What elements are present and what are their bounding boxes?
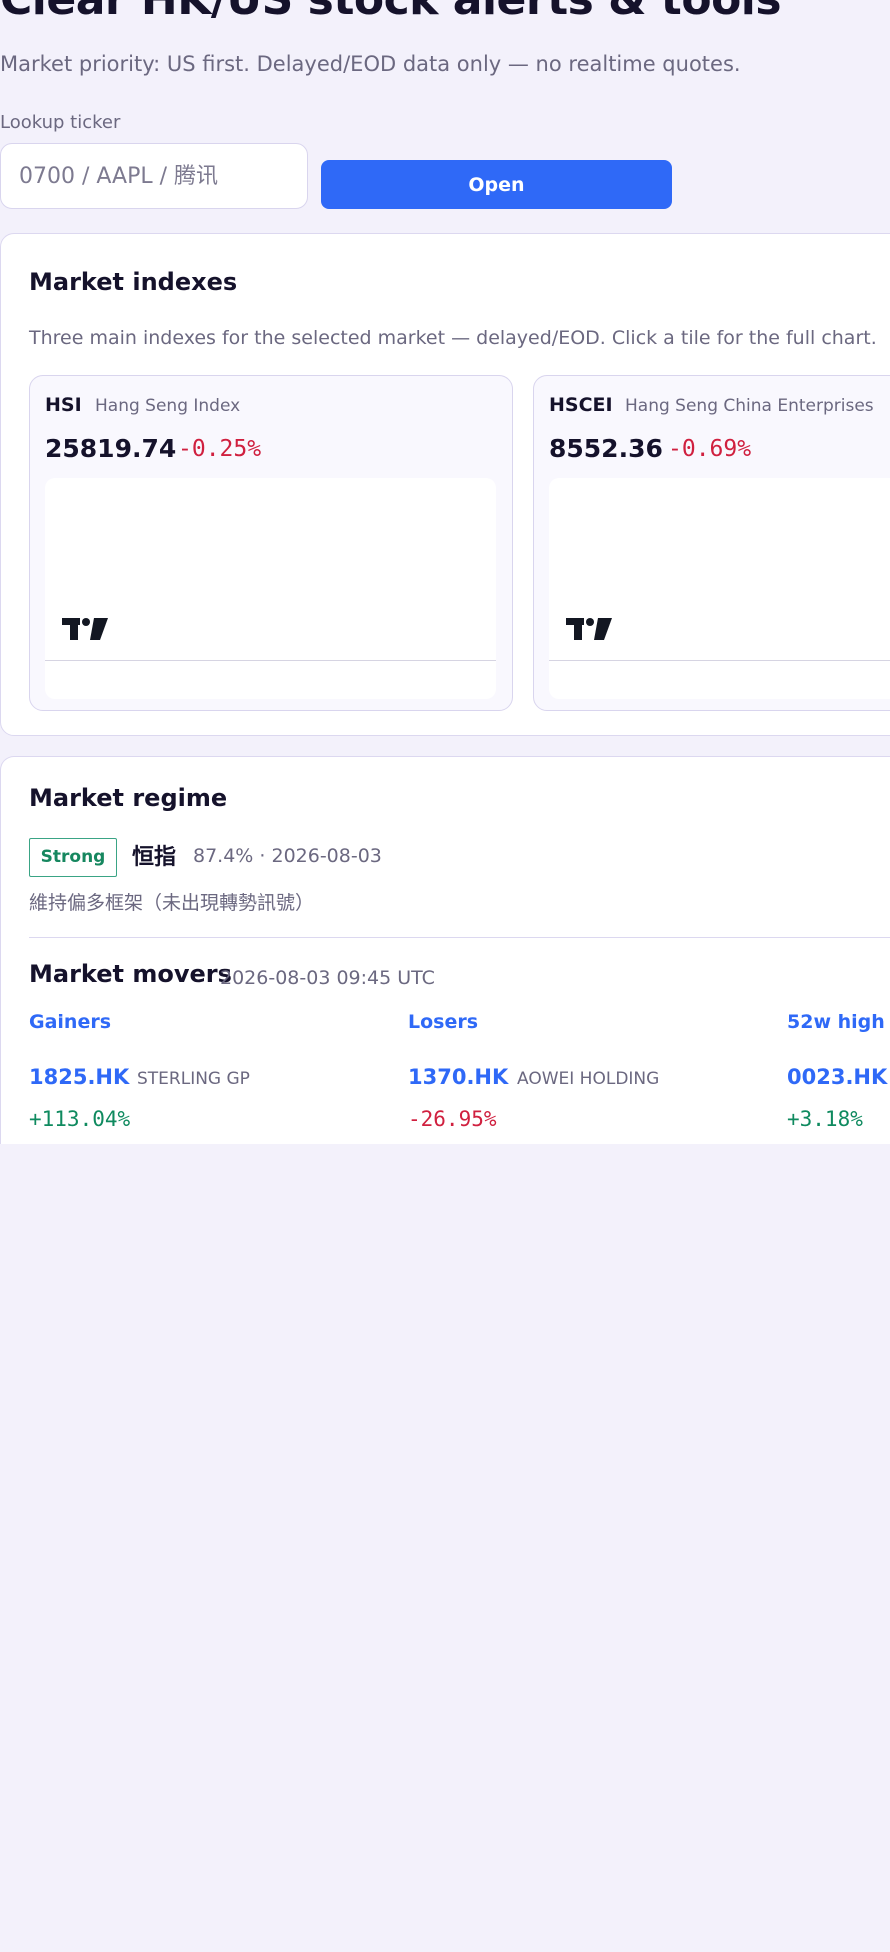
mover-list-item[interactable]: 1370.HK AOWEI HOLDING -26.95% <box>408 1065 768 1145</box>
market-indexes-card: Market indexes Three main indexes for th… <box>0 233 890 736</box>
market-movers-timestamp: 2026-08-03 09:45 UTC <box>220 967 435 989</box>
chart-axis-line <box>45 660 496 661</box>
index-tile-hscei[interactable]: HSCEI Hang Seng China Enterprises 8552.3… <box>533 375 890 711</box>
index-change: -0.69% <box>668 436 752 462</box>
mover-ticker[interactable]: 0023.HK <box>787 1065 887 1089</box>
index-symbol: HSI <box>45 394 82 416</box>
section-divider <box>29 937 890 938</box>
mover-change: -26.95% <box>408 1107 497 1131</box>
index-change: -0.25% <box>178 436 262 462</box>
index-name: Hang Seng Index <box>95 396 241 416</box>
market-indexes-description: Three main indexes for the selected mark… <box>29 327 877 349</box>
ticker-search-input[interactable] <box>0 143 308 209</box>
index-mini-chart[interactable] <box>549 478 890 699</box>
movers-column-losers: Losers 1370.HK AOWEI HOLDING -26.95% <box>408 1011 768 1131</box>
mover-ticker[interactable]: 1825.HK <box>29 1065 129 1089</box>
regime-index-name: 恒指 <box>132 845 177 870</box>
tradingview-logo-icon <box>62 618 108 644</box>
movers-column-heading[interactable]: Losers <box>408 1011 768 1033</box>
page: Clear HK/US stock alerts & tools Market … <box>0 0 890 1952</box>
movers-column-gainers: Gainers 1825.HK STERLING GP +113.04% <box>29 1011 389 1131</box>
market-regime-title: Market regime <box>29 784 228 812</box>
index-tile-hsi[interactable]: HSI Hang Seng Index 25819.74 -0.25% <box>29 375 513 711</box>
market-movers-title: Market movers <box>29 960 232 988</box>
mover-change: +113.04% <box>29 1107 131 1131</box>
index-value: 25819.74 <box>45 434 177 463</box>
regime-status-badge: Strong <box>29 838 117 877</box>
lookup-ticker-label: Lookup ticker <box>0 112 121 133</box>
index-name: Hang Seng China Enterprises <box>625 396 874 416</box>
empty-page-area <box>0 1144 890 1952</box>
mover-change: +3.18% <box>787 1107 863 1131</box>
market-regime-card: Market regime Strong 恒指 87.4% · 2026-08-… <box>0 756 890 1156</box>
mover-company-name: AOWEI HOLDING <box>517 1069 660 1089</box>
page-subtitle: Market priority: US first. Delayed/EOD d… <box>0 52 741 76</box>
index-mini-chart[interactable] <box>45 478 496 699</box>
movers-column-heading[interactable]: 52w high <box>787 1011 890 1033</box>
open-button[interactable]: Open <box>321 160 672 209</box>
movers-column-52w-high: 52w high 0023.HK +3.18% <box>787 1011 890 1131</box>
page-title: Clear HK/US stock alerts & tools <box>0 0 782 30</box>
chart-axis-line <box>549 660 890 661</box>
market-indexes-title: Market indexes <box>29 268 238 296</box>
regime-note: 維持偏多框架（未出現轉勢訊號） <box>29 892 315 914</box>
movers-column-heading[interactable]: Gainers <box>29 1011 389 1033</box>
index-symbol: HSCEI <box>549 394 613 416</box>
mover-ticker[interactable]: 1370.HK <box>408 1065 508 1089</box>
mover-company-name: STERLING GP <box>137 1069 250 1089</box>
mover-list-item[interactable]: 1825.HK STERLING GP +113.04% <box>29 1065 389 1145</box>
index-value: 8552.36 <box>549 434 663 463</box>
tradingview-logo-icon <box>566 618 612 644</box>
mover-list-item[interactable]: 0023.HK +3.18% <box>787 1065 890 1145</box>
regime-meta: 87.4% · 2026-08-03 <box>193 845 382 867</box>
